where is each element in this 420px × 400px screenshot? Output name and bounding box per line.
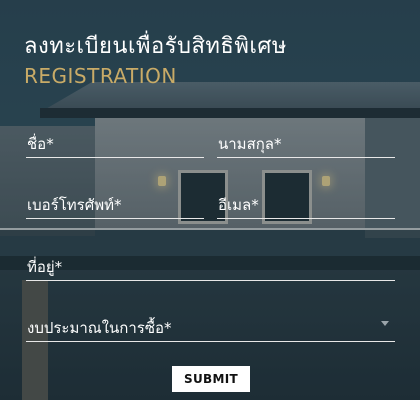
- first-name-field[interactable]: ชื่อ*: [26, 130, 204, 158]
- phone-input[interactable]: [26, 191, 204, 218]
- last-name-input[interactable]: [217, 130, 395, 157]
- budget-select[interactable]: งบประมาณในการซื้อ*: [26, 314, 395, 342]
- first-name-input[interactable]: [26, 130, 204, 157]
- page-subtitle: REGISTRATION: [24, 64, 177, 88]
- email-input[interactable]: [217, 191, 395, 218]
- address-field[interactable]: ที่อยู่*: [26, 253, 395, 281]
- page-title: ลงทะเบียนเพื่อรับสิทธิพิเศษ: [24, 34, 287, 59]
- submit-button[interactable]: SUBMIT: [172, 366, 250, 392]
- email-field[interactable]: อีเมล*: [217, 191, 395, 219]
- last-name-field[interactable]: นามสกุล*: [217, 130, 395, 158]
- registration-form: ลงทะเบียนเพื่อรับสิทธิพิเศษ REGISTRATION…: [0, 0, 420, 400]
- address-input[interactable]: [26, 253, 395, 280]
- phone-field[interactable]: เบอร์โทรศัพท์*: [26, 191, 204, 219]
- budget-label: งบประมาณในการซื้อ*: [27, 319, 172, 337]
- chevron-down-icon[interactable]: [381, 321, 389, 326]
